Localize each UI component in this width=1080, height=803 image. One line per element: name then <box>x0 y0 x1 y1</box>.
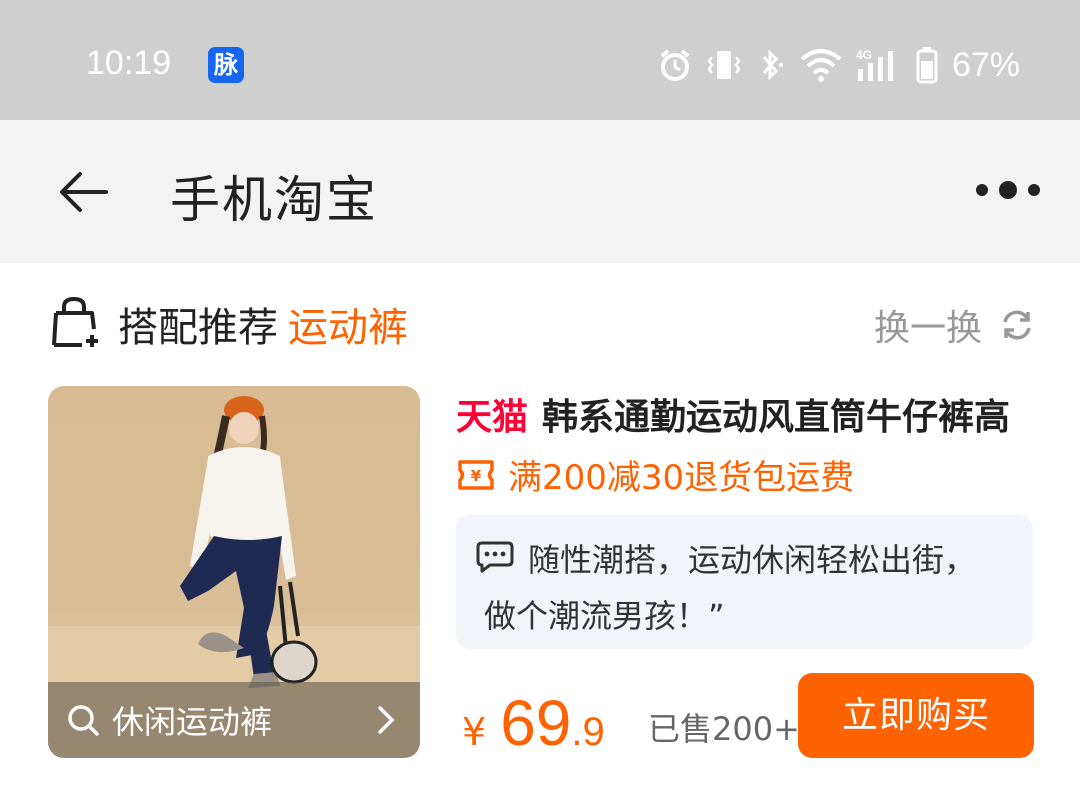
quote-line-2: 做个潮流男孩！” <box>484 597 725 635</box>
sold-count: 已售200+ <box>648 710 800 748</box>
product-image[interactable]: 休闲运动裤 <box>48 386 420 758</box>
back-button[interactable] <box>54 164 114 220</box>
price-integer: 69 <box>500 687 572 759</box>
chat-bubble-icon <box>476 541 514 573</box>
refresh-button[interactable]: 换一换 <box>874 299 1034 351</box>
section-title-text: 搭配推荐 <box>118 305 278 351</box>
battery-icon <box>916 47 938 84</box>
chevron-right-icon <box>378 706 395 734</box>
status-bar: 10:19 脉 4G 67% <box>0 0 1080 120</box>
wifi-icon <box>800 49 842 82</box>
product-title[interactable]: 天猫 韩系通勤运动风直筒牛仔裤高 <box>456 388 1046 440</box>
more-button[interactable] <box>976 170 1040 210</box>
more-dot <box>976 184 988 196</box>
price: ¥69.9 <box>462 686 605 760</box>
quote-line-1: 随性潮搭，运动休闲轻松出街， <box>528 541 977 579</box>
battery-percent: 67% <box>951 45 1020 84</box>
promo-text: 满200减30退货包运费 <box>508 458 855 498</box>
price-decimal: .9 <box>571 710 605 754</box>
product-title-text: 韩系通勤运动风直筒牛仔裤高 <box>542 397 1011 438</box>
tmall-badge: 天猫 <box>456 397 529 438</box>
image-search-text: 休闲运动裤 <box>112 703 273 741</box>
section-header: 搭配推荐 运动裤 换一换 <box>0 263 1080 383</box>
bluetooth-icon <box>762 49 783 81</box>
vibrate-icon <box>707 51 741 79</box>
nav-bar: 手机淘宝 <box>0 120 1080 263</box>
4g-signal-icon: 4G <box>856 48 893 81</box>
search-icon <box>68 705 99 736</box>
coupon-icon: ¥ <box>458 459 494 490</box>
status-time: 10:19 <box>86 44 172 82</box>
more-dot <box>1028 184 1040 196</box>
svg-text:4G: 4G <box>856 48 872 62</box>
section-title: 搭配推荐 运动裤 <box>118 295 408 353</box>
alarm-icon <box>660 49 690 81</box>
image-search-bar[interactable]: 休闲运动裤 <box>48 682 420 758</box>
buy-now-button[interactable]: 立即购买 <box>798 673 1034 758</box>
more-dot <box>999 181 1017 199</box>
svg-text:¥: ¥ <box>471 467 482 485</box>
review-quote-box: 随性潮搭，运动休闲轻松出街， 做个潮流男孩！” <box>456 515 1033 649</box>
shopping-bag-icon <box>52 296 98 347</box>
refresh-label: 换一换 <box>873 308 982 349</box>
arrow-left-icon <box>60 172 108 212</box>
price-currency: ¥ <box>462 710 487 754</box>
promo-row: ¥ 满200减30退货包运费 <box>456 450 854 499</box>
page-title: 手机淘宝 <box>170 171 378 229</box>
section-keyword: 运动裤 <box>288 305 408 351</box>
status-icons: 4G 67% <box>658 40 1020 90</box>
refresh-icon <box>1003 310 1031 340</box>
app-notification-badge: 脉 <box>208 47 244 83</box>
